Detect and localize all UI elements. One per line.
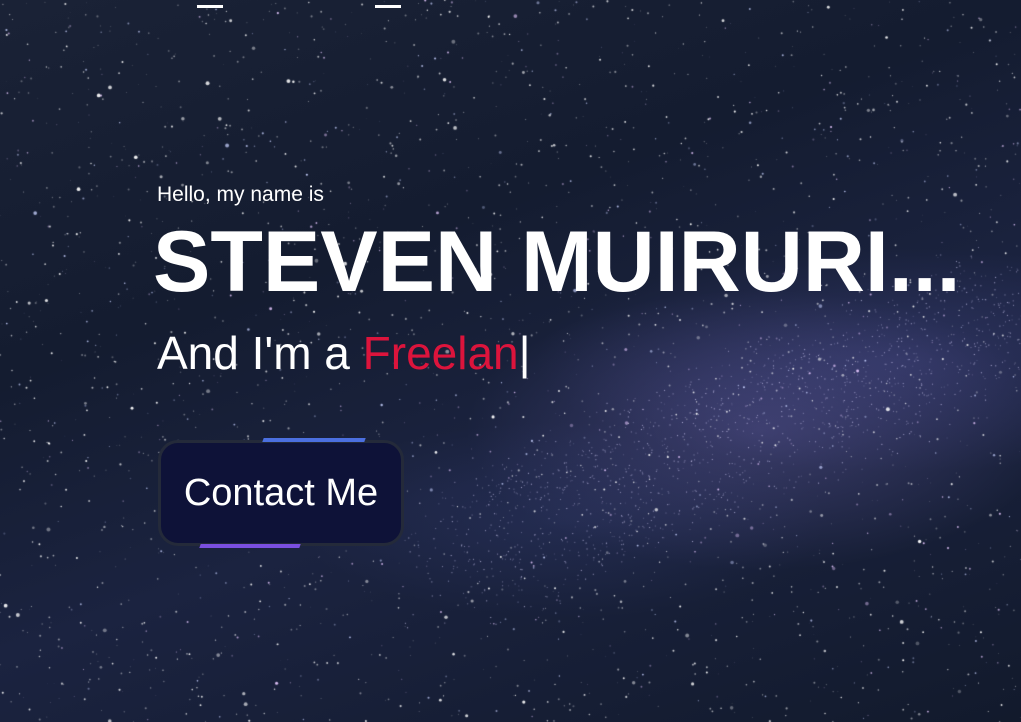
- button-accent-top: [262, 438, 366, 442]
- nav-underline-mark: [197, 5, 223, 8]
- hero-section: Hello, my name is STEVEN MUIRURI... And …: [0, 0, 1021, 722]
- hero-tagline: And I'm a Freelan|: [157, 325, 531, 381]
- top-nav-fragment: [0, 0, 1021, 12]
- tagline-prefix: And I'm a: [157, 327, 363, 379]
- intro-text: Hello, my name is: [157, 183, 324, 206]
- hero-name-heading: STEVEN MUIRURI...: [153, 214, 961, 310]
- button-accent-bottom: [199, 544, 301, 548]
- contact-button-wrapper: Contact Me: [158, 438, 406, 550]
- typed-role-text: Freelan: [362, 327, 519, 379]
- contact-me-button[interactable]: Contact Me: [158, 440, 404, 546]
- typing-cursor: |: [518, 327, 531, 379]
- nav-underline-mark: [375, 5, 401, 8]
